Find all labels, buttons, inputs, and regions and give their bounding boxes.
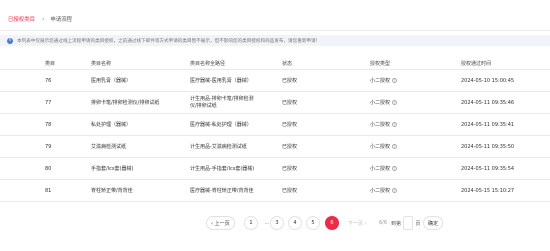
goto-label: 到第 xyxy=(390,220,401,227)
goto-page-input[interactable] xyxy=(403,216,413,230)
page-total: 6/6 xyxy=(378,220,388,226)
question-icon[interactable]: ? xyxy=(392,166,398,171)
cell-id: 79 xyxy=(45,143,52,150)
table-header: 类目 类目名称 类目名称全路径 状态 授权类型 授权通过时间 xyxy=(0,57,550,70)
cell-time: 2024-05-11 09:35:54 xyxy=(461,165,515,172)
cell-type-label: 小二授权 xyxy=(370,166,391,172)
cell-time: 2024-05-10 15:00:45 xyxy=(461,77,515,84)
question-icon[interactable]: ? xyxy=(392,188,398,193)
cell-path: 计生用品-手指套/Ics套(器械) xyxy=(190,166,255,172)
cell-type: 小二授权? xyxy=(370,158,398,179)
table-row: 78 私处护理（器械） 医疗器械-私处护理（器械） 已授权 小二授权? 2024… xyxy=(0,114,550,136)
cell-path: 医疗器械-医用乳膏（器械） xyxy=(190,78,252,84)
page-1-button[interactable]: 1 xyxy=(244,216,258,230)
cell-time: 2024-05-11 09:35:50 xyxy=(461,143,515,150)
notice-text: 本列表中仅展示您通过线上流程申请的类目授权，之前通过线下邮件等方式申请的类目暂不… xyxy=(17,38,321,44)
cell-type-label: 小二授权 xyxy=(370,78,391,84)
breadcrumb: 已授权类目 › 申请流程 xyxy=(8,14,72,24)
next-page-button[interactable]: 下一页 › xyxy=(342,216,372,230)
cell-status: 已授权 xyxy=(282,100,298,106)
notice-banner: i 本列表中仅展示您通过线上流程申请的类目授权，之前通过线下邮件等方式申请的类目… xyxy=(0,35,550,46)
header-type: 授权类型 xyxy=(370,60,391,67)
cell-path: 医疗器械-脊柱矫正带/背背佳 xyxy=(190,188,254,194)
page-6-button[interactable]: 6 xyxy=(325,216,339,230)
header-path: 类目名称全路径 xyxy=(190,60,226,67)
table-row: 81 脊柱矫正带/背背佳 医疗器械-脊柱矫正带/背背佳 已授权 小二授权? 20… xyxy=(0,180,550,202)
cell-type: 小二授权? xyxy=(370,180,398,201)
cell-type-label: 小二授权 xyxy=(370,122,391,128)
cell-id: 80 xyxy=(45,165,52,172)
cell-status: 已授权 xyxy=(282,78,298,84)
cell-type: 小二授权? xyxy=(370,70,398,91)
cell-path: 医疗器械-私处护理（器械） xyxy=(190,122,252,128)
header-status: 状态 xyxy=(282,60,293,67)
table-row: 80 手指套/Ics套(器械) 计生用品-手指套/Ics套(器械) 已授权 小二… xyxy=(0,158,550,180)
cell-name: 手指套/Ics套(器械) xyxy=(91,166,134,172)
cell-type-label: 小二授权 xyxy=(370,188,391,194)
authorization-table: 类目 类目名称 类目名称全路径 状态 授权类型 授权通过时间 76 医用乳膏（器… xyxy=(0,57,550,202)
breadcrumb-separator: › xyxy=(41,15,45,23)
divider xyxy=(0,30,550,31)
header-id: 类目 xyxy=(45,60,56,67)
cell-path-line1: 计生用品-排卵卡笔/排卵检测 xyxy=(190,95,254,102)
cell-type: 小二授权? xyxy=(370,92,398,113)
cell-id: 81 xyxy=(45,187,52,194)
cell-name: 脊柱矫正带/背背佳 xyxy=(91,188,133,194)
table-row: 76 医用乳膏（器械） 医疗器械-医用乳膏（器械） 已授权 小二授权? 2024… xyxy=(0,70,550,92)
cell-time: 2024-05-15 15:10:27 xyxy=(461,187,515,194)
cell-name: 排卵卡笔/排卵检测仪/排卵试纸 xyxy=(91,100,160,106)
page-5-button[interactable]: 5 xyxy=(306,216,320,230)
cell-id: 78 xyxy=(45,121,52,128)
pagination: ‹ 上一页 1 … 3 4 5 6 下一页 › 6/6 到第 页 确定 xyxy=(0,216,550,230)
cell-name: 艾滋病检测试纸 xyxy=(91,144,127,150)
page-3-button[interactable]: 3 xyxy=(270,216,284,230)
prev-page-button[interactable]: ‹ 上一页 xyxy=(206,216,235,230)
table-row: 77 排卵卡笔/排卵检测仪/排卵试纸 计生用品-排卵卡笔/排卵检测 仪/排卵试纸… xyxy=(0,92,550,114)
question-icon[interactable]: ? xyxy=(392,100,398,105)
page-4-button[interactable]: 4 xyxy=(288,216,302,230)
cell-name: 医用乳膏（器械） xyxy=(91,78,132,84)
breadcrumb-authorized-categories-link[interactable]: 已授权类目 xyxy=(8,15,35,23)
question-icon[interactable]: ? xyxy=(392,144,398,149)
cell-time: 2024-05-11 09:35:46 xyxy=(461,99,515,106)
cell-id: 76 xyxy=(45,77,52,84)
cell-path-line2: 仪/排卵试纸 xyxy=(190,102,217,109)
cell-id: 77 xyxy=(45,99,52,106)
table-row: 79 艾滋病检测试纸 计生用品-艾滋病检测试纸 已授权 小二授权? 2024-0… xyxy=(0,136,550,158)
header-time: 授权通过时间 xyxy=(461,60,492,67)
cell-type: 小二授权? xyxy=(370,114,398,135)
question-icon[interactable]: ? xyxy=(392,78,398,83)
cell-time: 2024-05-11 09:35:41 xyxy=(461,121,515,128)
cell-type-label: 小二授权 xyxy=(370,100,391,106)
cell-type: 小二授权? xyxy=(370,136,398,157)
page-unit-label: 页 xyxy=(415,220,421,227)
question-icon[interactable]: ? xyxy=(392,122,398,127)
cell-name: 私处护理（器械） xyxy=(91,122,132,128)
confirm-button[interactable]: 确定 xyxy=(423,216,444,230)
cell-type-label: 小二授权 xyxy=(370,144,391,150)
cell-path: 计生用品-艾滋病检测试纸 xyxy=(190,144,247,150)
cell-path: 计生用品-排卵卡笔/排卵检测 仪/排卵试纸 xyxy=(190,92,254,113)
cell-status: 已授权 xyxy=(282,144,298,150)
cell-status: 已授权 xyxy=(282,122,298,128)
breadcrumb-current: 申请流程 xyxy=(50,17,72,23)
header-name: 类目名称 xyxy=(91,60,112,67)
info-icon: i xyxy=(7,37,13,44)
cell-status: 已授权 xyxy=(282,188,298,194)
cell-status: 已授权 xyxy=(282,166,298,172)
